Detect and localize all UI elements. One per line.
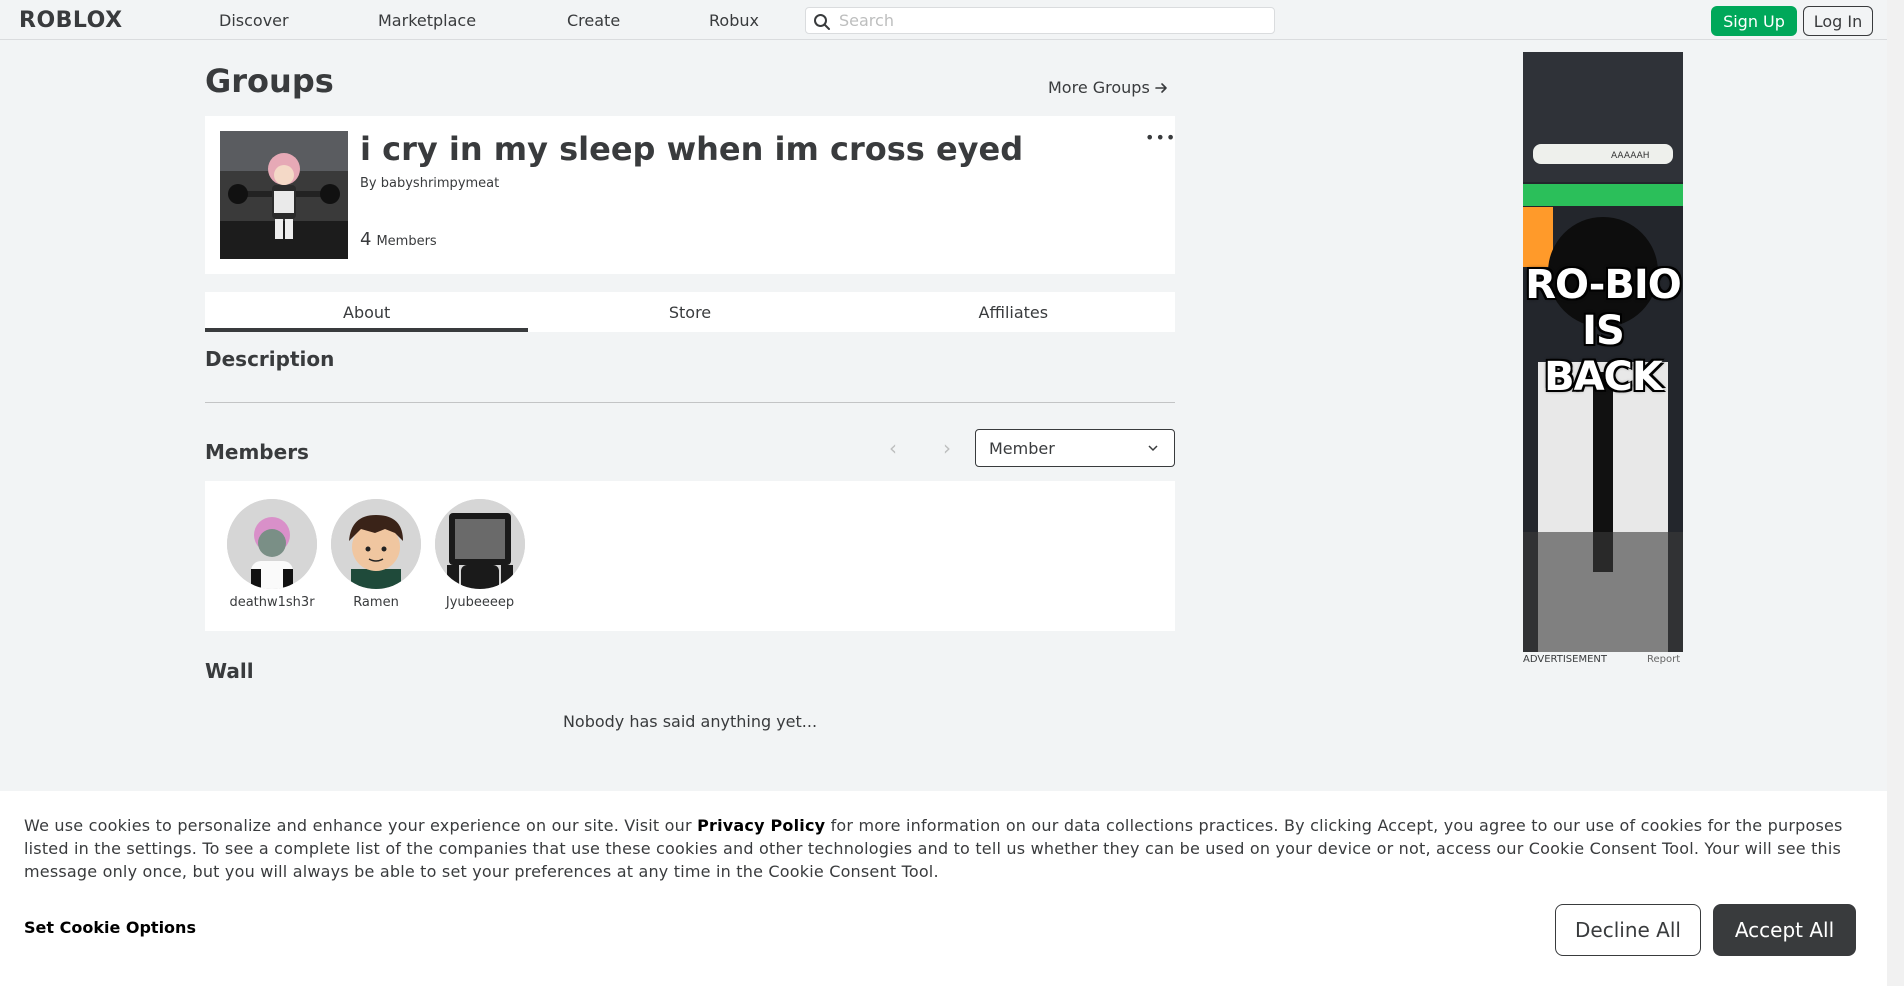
tab-affiliates[interactable]: Affiliates [852, 292, 1175, 332]
set-cookie-options-link[interactable]: Set Cookie Options [24, 918, 196, 937]
page-title: Groups [205, 62, 334, 100]
chevron-right-icon[interactable]: › [943, 436, 951, 460]
advertisement-label: ADVERTISEMENT [1523, 654, 1608, 665]
group-emblem-image [220, 131, 348, 259]
page-scrollbar[interactable] [1887, 0, 1904, 986]
roblox-logo[interactable]: ROBLOX [19, 8, 123, 33]
nav-marketplace[interactable]: Marketplace [378, 11, 476, 30]
decline-all-button[interactable]: Decline All [1555, 904, 1701, 956]
log-in-button[interactable]: Log In [1803, 6, 1873, 36]
wall-title: Wall [205, 659, 254, 683]
more-groups-link[interactable]: More Groups [1048, 78, 1168, 97]
ad-caption: AAAAAH [1611, 151, 1650, 161]
tab-store[interactable]: Store [528, 292, 851, 332]
report-ad-link[interactable]: Report [1647, 654, 1680, 665]
member-name: deathw1sh3r [229, 595, 315, 610]
search-box [805, 7, 1275, 34]
avatar [331, 499, 421, 589]
privacy-policy-link[interactable]: Privacy Policy [697, 816, 825, 835]
member-item[interactable]: deathw1sh3r [222, 499, 322, 610]
more-options-icon[interactable]: ••• [1145, 128, 1176, 147]
members-list: deathw1sh3r Ramen Jyubeeeep [205, 481, 1175, 631]
member-item[interactable]: Ramen [326, 499, 426, 610]
arrow-right-icon [1154, 82, 1167, 93]
more-groups-label: More Groups [1048, 78, 1150, 97]
cookie-consent-banner: We use cookies to personalize and enhanc… [0, 791, 1887, 986]
member-name: Ramen [353, 595, 399, 610]
tab-about[interactable]: About [205, 292, 529, 332]
avatar [227, 499, 317, 589]
role-selected: Member [989, 438, 1055, 458]
nav-discover[interactable]: Discover [219, 11, 289, 30]
group-header-card: i cry in my sleep when im cross eyed By … [205, 116, 1175, 274]
nav-create[interactable]: Create [567, 11, 620, 30]
member-count: 4 Members [360, 229, 437, 250]
accept-all-button[interactable]: Accept All [1713, 904, 1856, 956]
member-item[interactable]: Jyubeeeep [430, 499, 530, 610]
avatar [435, 499, 525, 589]
cookie-text-before: We use cookies to personalize and enhanc… [24, 816, 698, 835]
description-title: Description [205, 347, 335, 371]
group-name: i cry in my sleep when im cross eyed [360, 130, 1024, 168]
member-name: Jyubeeeep [445, 595, 515, 610]
member-count-value: 4 [360, 229, 372, 250]
search-icon [814, 14, 830, 30]
chevron-down-icon [1148, 445, 1158, 452]
section-divider [205, 402, 1175, 403]
cookie-message: We use cookies to personalize and enhanc… [24, 814, 1854, 883]
nav-robux[interactable]: Robux [709, 11, 759, 30]
members-title: Members [205, 440, 309, 464]
advertisement-banner[interactable]: AAAAAH RO-BIO IS BACK [1523, 52, 1683, 652]
member-count-label: Members [376, 234, 437, 249]
sign-up-button[interactable]: Sign Up [1711, 6, 1797, 36]
owner-link[interactable]: babyshrimpymeat [381, 176, 499, 191]
group-emblem [220, 131, 348, 259]
group-tabs: About Store Affiliates [205, 292, 1175, 332]
owner-prefix: By [360, 176, 377, 191]
group-owner: By babyshrimpymeat [360, 176, 499, 191]
advertisement-text: RO-BIO IS BACK [1525, 262, 1682, 400]
chevron-left-icon[interactable]: ‹ [889, 436, 897, 460]
search-input[interactable] [839, 10, 1259, 31]
wall-empty-message: Nobody has said anything yet... [562, 712, 818, 731]
role-dropdown[interactable]: Member [975, 429, 1175, 467]
top-navigation-bar: ROBLOX Discover Marketplace Create Robux… [0, 0, 1887, 40]
